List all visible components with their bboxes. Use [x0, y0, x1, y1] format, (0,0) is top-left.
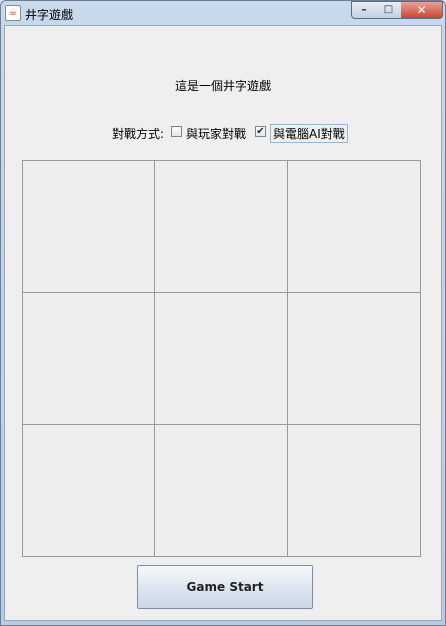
board-cell-7[interactable]	[21, 424, 156, 558]
minimize-icon: –	[361, 3, 367, 16]
maximize-icon: □	[383, 4, 394, 15]
minimize-button[interactable]: –	[351, 1, 377, 19]
board-cell-9[interactable]	[286, 424, 421, 558]
title-bar[interactable]: ☕ 井字遊戲 – □ ✕	[1, 1, 445, 25]
maximize-button[interactable]: □	[376, 1, 402, 19]
board-cell-3[interactable]	[286, 159, 421, 293]
vs-player-label[interactable]: 與玩家對戰	[186, 125, 246, 142]
close-icon: ✕	[416, 3, 427, 17]
board-cell-2[interactable]	[154, 159, 288, 293]
checkbox-checked-icon[interactable]: ✔	[255, 126, 266, 137]
game-board	[21, 159, 421, 558]
board-cell-5[interactable]	[154, 291, 288, 426]
checkbox-unchecked-icon[interactable]	[171, 126, 182, 137]
app-window: ☕ 井字遊戲 – □ ✕ 這是一個井字遊戲 對戰方式: 與玩家對戰 ✔ 與電腦A…	[0, 0, 446, 626]
java-cup-icon: ☕	[5, 5, 21, 21]
mode-label: 對戰方式:	[112, 127, 165, 141]
board-cell-1[interactable]	[21, 159, 156, 293]
game-heading: 這是一個井字遊戲	[174, 79, 271, 93]
vs-ai-label[interactable]: 與電腦AI對戰	[270, 124, 348, 143]
close-button[interactable]: ✕	[401, 1, 443, 19]
board-cell-8[interactable]	[154, 424, 288, 558]
board-cell-4[interactable]	[21, 291, 156, 426]
window-title: 井字遊戲	[25, 8, 74, 22]
content-panel: 這是一個井字遊戲 對戰方式: 與玩家對戰 ✔ 與電腦AI對戰 Game Star…	[4, 25, 442, 621]
game-start-button[interactable]: Game Start	[137, 565, 313, 609]
board-cell-6[interactable]	[286, 291, 421, 426]
